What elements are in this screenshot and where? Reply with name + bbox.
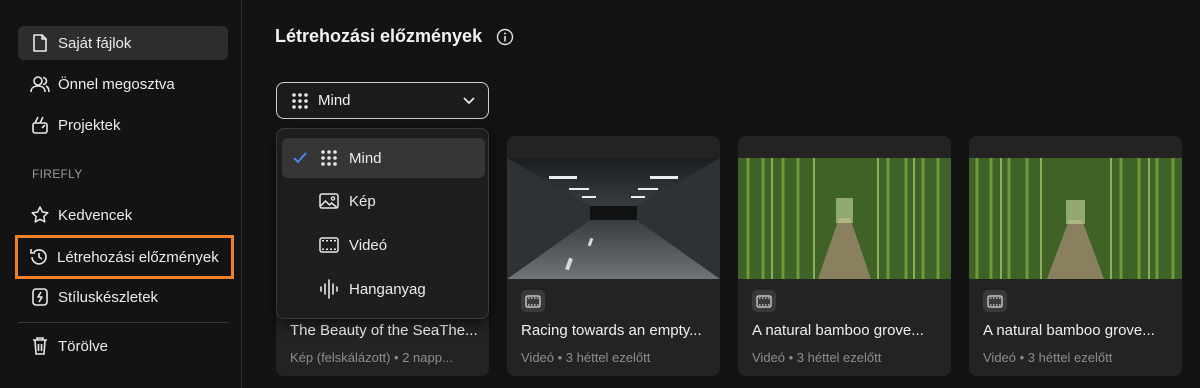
grid-icon [291, 92, 309, 110]
card-title: The Beauty of the SeaThe... [290, 322, 478, 339]
video-type-icon [521, 290, 545, 312]
menu-item-label: Videó [349, 236, 388, 254]
checkmark-icon [282, 152, 318, 164]
filter-select[interactable]: Mind [276, 82, 489, 119]
card-title: A natural bamboo grove... [983, 322, 1155, 339]
sidebar-item-my-files[interactable]: Saját fájlok [18, 26, 228, 60]
sidebar-item-style-kits[interactable]: Stíluskészletek [18, 280, 228, 314]
sidebar-divider [18, 322, 228, 323]
chevron-down-icon [462, 93, 476, 111]
video-type-icon [752, 290, 776, 312]
menu-item-audio[interactable]: Hanganyag [282, 269, 485, 309]
sidebar-item-label: Törölve [58, 337, 109, 355]
menu-item-image[interactable]: Kép [282, 181, 485, 221]
card-title: Racing towards an empty... [521, 322, 702, 339]
menu-item-video[interactable]: Videó [282, 225, 485, 265]
history-card[interactable]: A natural bamboo grove... Videó • 3 hétt… [738, 136, 951, 376]
sidebar-item-projects[interactable]: Projektek [18, 108, 228, 142]
trash-icon [30, 336, 50, 356]
menu-item-label: Kép [349, 192, 376, 210]
sidebar-item-deleted[interactable]: Törölve [18, 329, 228, 363]
grid-icon [318, 147, 340, 169]
people-icon [30, 74, 50, 94]
history-card[interactable]: Racing towards an empty... Videó • 3 hét… [507, 136, 720, 376]
card-meta: Videó • 3 héttel ezelőtt [983, 350, 1113, 365]
sidebar-item-shared[interactable]: Önnel megosztva [18, 67, 228, 101]
video-icon [318, 234, 340, 256]
card-meta: Videó • 3 héttel ezelőtt [752, 350, 882, 365]
sidebar-item-label: Önnel megosztva [58, 75, 175, 93]
image-icon [318, 190, 340, 212]
menu-item-label: Hanganyag [349, 280, 426, 298]
filter-dropdown-menu: Mind Kép Videó Hanganyag [276, 128, 489, 319]
sidebar: Saját fájlok Önnel megosztva Projektek F… [0, 0, 242, 388]
thumbnail-bamboo-image [738, 158, 951, 279]
sidebar-item-label: Saját fájlok [58, 34, 132, 52]
sidebar-item-label: Stíluskészletek [58, 288, 159, 306]
card-title: A natural bamboo grove... [752, 322, 924, 339]
file-icon [30, 33, 50, 53]
section-label-firefly: FIREFLY [32, 167, 83, 181]
audio-icon [318, 278, 340, 300]
thumbnail-tunnel-image [507, 158, 720, 279]
sidebar-item-label: Kedvencek [58, 206, 133, 224]
history-icon [29, 247, 49, 267]
star-icon [30, 205, 50, 225]
sidebar-item-label: Projektek [58, 116, 121, 134]
menu-item-label: Mind [349, 149, 382, 167]
projects-icon [30, 115, 50, 135]
sidebar-item-generation-history[interactable]: Létrehozási előzmények [15, 235, 234, 279]
thumbnail-bamboo-image [969, 158, 1182, 279]
card-meta: Kép (felskálázott) • 2 napp... [290, 350, 453, 365]
card-meta: Videó • 3 héttel ezelőtt [521, 350, 651, 365]
info-icon[interactable] [496, 28, 514, 46]
sidebar-item-favorites[interactable]: Kedvencek [18, 198, 228, 232]
menu-item-all[interactable]: Mind [282, 138, 485, 178]
filter-select-value: Mind [318, 92, 351, 109]
style-kit-icon [30, 287, 50, 307]
history-card[interactable]: A natural bamboo grove... Videó • 3 hétt… [969, 136, 1182, 376]
page-title: Létrehozási előzmények [275, 26, 483, 46]
sidebar-item-label: Létrehozási előzmények [57, 248, 219, 266]
video-type-icon [983, 290, 1007, 312]
